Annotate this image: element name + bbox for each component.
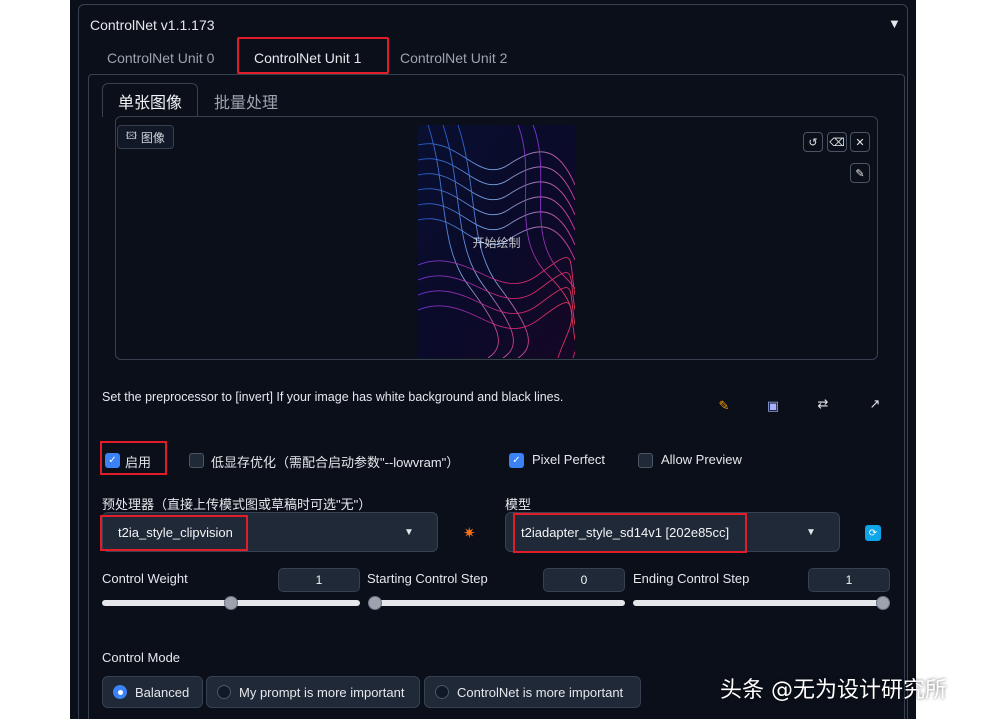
low-vram-checkbox[interactable] [189, 453, 204, 468]
allow-preview-label: Allow Preview [661, 452, 742, 467]
mode-controlnet-label: ControlNet is more important [457, 684, 624, 700]
swap-icon[interactable]: ⇄ [814, 395, 832, 413]
tab-batch[interactable]: 批量处理 [214, 89, 278, 113]
preprocessor-hint: Set the preprocessor to [invert] If your… [102, 390, 564, 404]
mode-balanced[interactable]: Balanced [102, 676, 203, 708]
control-weight-thumb[interactable] [224, 596, 238, 610]
preprocessor-label: 预处理器（直接上传模式图或草稿时可选"无"） [102, 497, 372, 512]
image-icon: 🖾 [126, 130, 137, 142]
tab-unit-0[interactable]: ControlNet Unit 0 [107, 50, 214, 66]
ending-step-label: Ending Control Step [633, 571, 750, 586]
tab-unit-2[interactable]: ControlNet Unit 2 [400, 50, 507, 66]
camera-icon[interactable]: ▣ [764, 397, 782, 415]
ending-step-slider[interactable] [633, 600, 890, 606]
preprocessor-value: t2ia_style_clipvision [118, 525, 233, 540]
edit-icon[interactable]: ✎ [715, 397, 733, 415]
refresh-icon[interactable]: ⟳ [865, 525, 881, 541]
ending-step-input[interactable]: 1 [808, 568, 890, 592]
starting-step-slider[interactable] [368, 600, 625, 606]
low-vram-label: 低显存优化（需配合启动参数"--lowvram"） [211, 455, 460, 470]
mode-controlnet-important[interactable]: ControlNet is more important [424, 676, 641, 708]
starting-step-input[interactable]: 0 [543, 568, 625, 592]
brush-icon[interactable]: ✎ [850, 163, 870, 183]
pixel-perfect-label: Pixel Perfect [532, 452, 605, 467]
collapse-icon[interactable]: ▼ [888, 16, 901, 31]
radio-icon [217, 685, 231, 699]
eraser-icon[interactable]: ⌫ [827, 132, 847, 152]
control-weight-input[interactable]: 1 [278, 568, 360, 592]
ending-step-thumb[interactable] [876, 596, 890, 610]
mode-prompt-label: My prompt is more important [239, 684, 405, 700]
watermark-text: 头条 @无为设计研究所 [720, 678, 947, 703]
controlnet-app: ControlNet v1.1.173 ▼ ControlNet Unit 0 … [70, 0, 916, 719]
pixel-perfect-checkbox[interactable]: ✓ [509, 453, 524, 468]
canvas-hint: 开始绘制 [472, 236, 521, 250]
tab-unit-1[interactable]: ControlNet Unit 1 [254, 50, 361, 66]
panel-title: ControlNet v1.1.173 [90, 17, 215, 33]
mode-balanced-label: Balanced [135, 684, 190, 700]
control-weight-label: Control Weight [102, 571, 188, 586]
enable-checkbox[interactable]: ✓ [105, 453, 120, 468]
starting-step-thumb[interactable] [368, 596, 382, 610]
close-icon[interactable]: ✕ [850, 132, 870, 152]
radio-selected-icon [113, 685, 127, 699]
chevron-down-icon: ▼ [806, 527, 816, 538]
starting-step-label: Starting Control Step [367, 571, 488, 586]
model-label: 模型 [505, 497, 532, 512]
explosion-icon[interactable]: ✷ [463, 524, 476, 542]
image-label-text: 图像 [140, 130, 165, 145]
allow-preview-checkbox[interactable] [638, 453, 653, 468]
control-mode-label: Control Mode [102, 650, 181, 665]
radio-icon [435, 685, 449, 699]
send-dimensions-icon[interactable]: ↗ [866, 395, 884, 413]
undo-icon[interactable]: ↺ [803, 132, 823, 152]
image-label: 🖾 图像 [117, 125, 174, 149]
enable-label: 启用 [125, 455, 152, 470]
model-value: t2iadapter_style_sd14v1 [202e85cc] [521, 525, 730, 540]
chevron-down-icon: ▼ [404, 527, 414, 538]
mode-prompt-important[interactable]: My prompt is more important [206, 676, 420, 708]
tab-single-image[interactable]: 单张图像 [118, 89, 182, 113]
